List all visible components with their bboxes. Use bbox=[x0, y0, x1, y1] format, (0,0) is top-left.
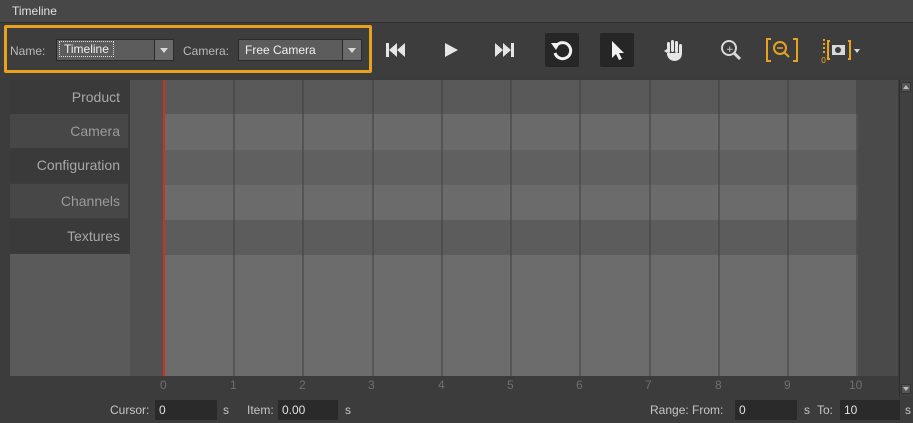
ruler-tick: 2 bbox=[299, 378, 306, 392]
scroll-down-icon[interactable] bbox=[901, 384, 911, 394]
loop-icon bbox=[551, 41, 573, 61]
zoom-tool-button[interactable]: + bbox=[714, 33, 748, 67]
name-value: Timeline bbox=[59, 41, 114, 57]
item-input[interactable]: 0.00 bbox=[278, 400, 338, 420]
grid-overflow-area bbox=[858, 80, 898, 376]
play-icon bbox=[445, 43, 458, 57]
camera-value: Free Camera bbox=[245, 43, 316, 57]
item-unit: s bbox=[345, 403, 351, 417]
ruler-tick: 7 bbox=[645, 378, 652, 392]
camera-keyframe-button[interactable]: 0 bbox=[818, 33, 862, 67]
skip-to-end-icon bbox=[495, 43, 514, 57]
name-dropdown[interactable]: Timeline bbox=[56, 39, 174, 61]
zoom-icon: + bbox=[721, 40, 742, 61]
ruler-tick: 10 bbox=[849, 378, 863, 392]
range-from-label: Range: From: bbox=[650, 403, 724, 417]
zoom-fit-icon bbox=[766, 38, 798, 62]
range-from-unit: s bbox=[804, 403, 810, 417]
svg-text:0: 0 bbox=[821, 56, 826, 65]
ruler-tick: 4 bbox=[438, 378, 445, 392]
timeline-panel: Product Camera Configuration Channels Te… bbox=[0, 78, 913, 398]
track-label[interactable]: Camera bbox=[10, 114, 128, 148]
cursor-input[interactable]: 0 bbox=[155, 400, 217, 420]
skip-to-start-button[interactable] bbox=[378, 33, 412, 67]
chevron-down-icon[interactable] bbox=[154, 40, 173, 60]
track-label[interactable]: Configuration bbox=[10, 148, 128, 182]
title-bar: Timeline bbox=[0, 0, 913, 23]
toolbar: Name: Timeline Camera: Free Camera + 0 bbox=[0, 23, 913, 78]
skip-to-start-icon bbox=[386, 43, 405, 57]
window-title: Timeline bbox=[12, 4, 57, 18]
cursor-unit: s bbox=[223, 403, 229, 417]
pan-hand-icon bbox=[664, 40, 682, 61]
zoom-fit-button[interactable] bbox=[763, 33, 798, 67]
ruler-tick: 6 bbox=[576, 378, 583, 392]
camera-dropdown[interactable]: Free Camera bbox=[238, 39, 362, 61]
ruler-tick: 5 bbox=[507, 378, 514, 392]
ruler-tick: 9 bbox=[784, 378, 791, 392]
scroll-up-icon[interactable] bbox=[901, 82, 911, 92]
camera-label: Camera: bbox=[183, 44, 230, 58]
ruler-tick: 1 bbox=[230, 378, 237, 392]
chevron-down-icon[interactable] bbox=[342, 40, 361, 60]
svg-text:+: + bbox=[726, 45, 734, 55]
item-label: Item: bbox=[247, 403, 274, 417]
status-bar: Cursor: 0 s Item: 0.00 s Range: From: 0 … bbox=[0, 398, 913, 423]
select-tool-button[interactable] bbox=[600, 33, 634, 67]
play-button[interactable] bbox=[434, 33, 468, 67]
range-from-input[interactable]: 0 bbox=[735, 400, 797, 420]
range-to-label: To: bbox=[817, 403, 834, 417]
loop-button[interactable] bbox=[545, 33, 579, 67]
timeline-grid-lines bbox=[130, 80, 858, 376]
select-arrow-icon bbox=[612, 41, 624, 60]
pan-tool-button[interactable] bbox=[655, 33, 689, 67]
track-label[interactable]: Product bbox=[10, 80, 128, 114]
ruler-tick: 8 bbox=[715, 378, 722, 392]
range-to-input[interactable]: 10 bbox=[840, 400, 900, 420]
track-label[interactable]: Channels bbox=[10, 184, 128, 218]
track-list-empty bbox=[10, 254, 130, 376]
range-to-unit: s bbox=[905, 403, 911, 417]
name-label: Name: bbox=[10, 44, 46, 58]
timeline-grid[interactable] bbox=[130, 80, 858, 376]
cursor-label: Cursor: bbox=[110, 403, 150, 417]
vertical-scrollbar[interactable] bbox=[899, 80, 912, 396]
track-label[interactable]: Textures bbox=[10, 219, 128, 253]
ruler-tick: 0 bbox=[160, 378, 167, 392]
dropdown-icon[interactable] bbox=[852, 33, 862, 67]
skip-to-end-button[interactable] bbox=[488, 33, 522, 67]
ruler-tick: 3 bbox=[368, 378, 375, 392]
